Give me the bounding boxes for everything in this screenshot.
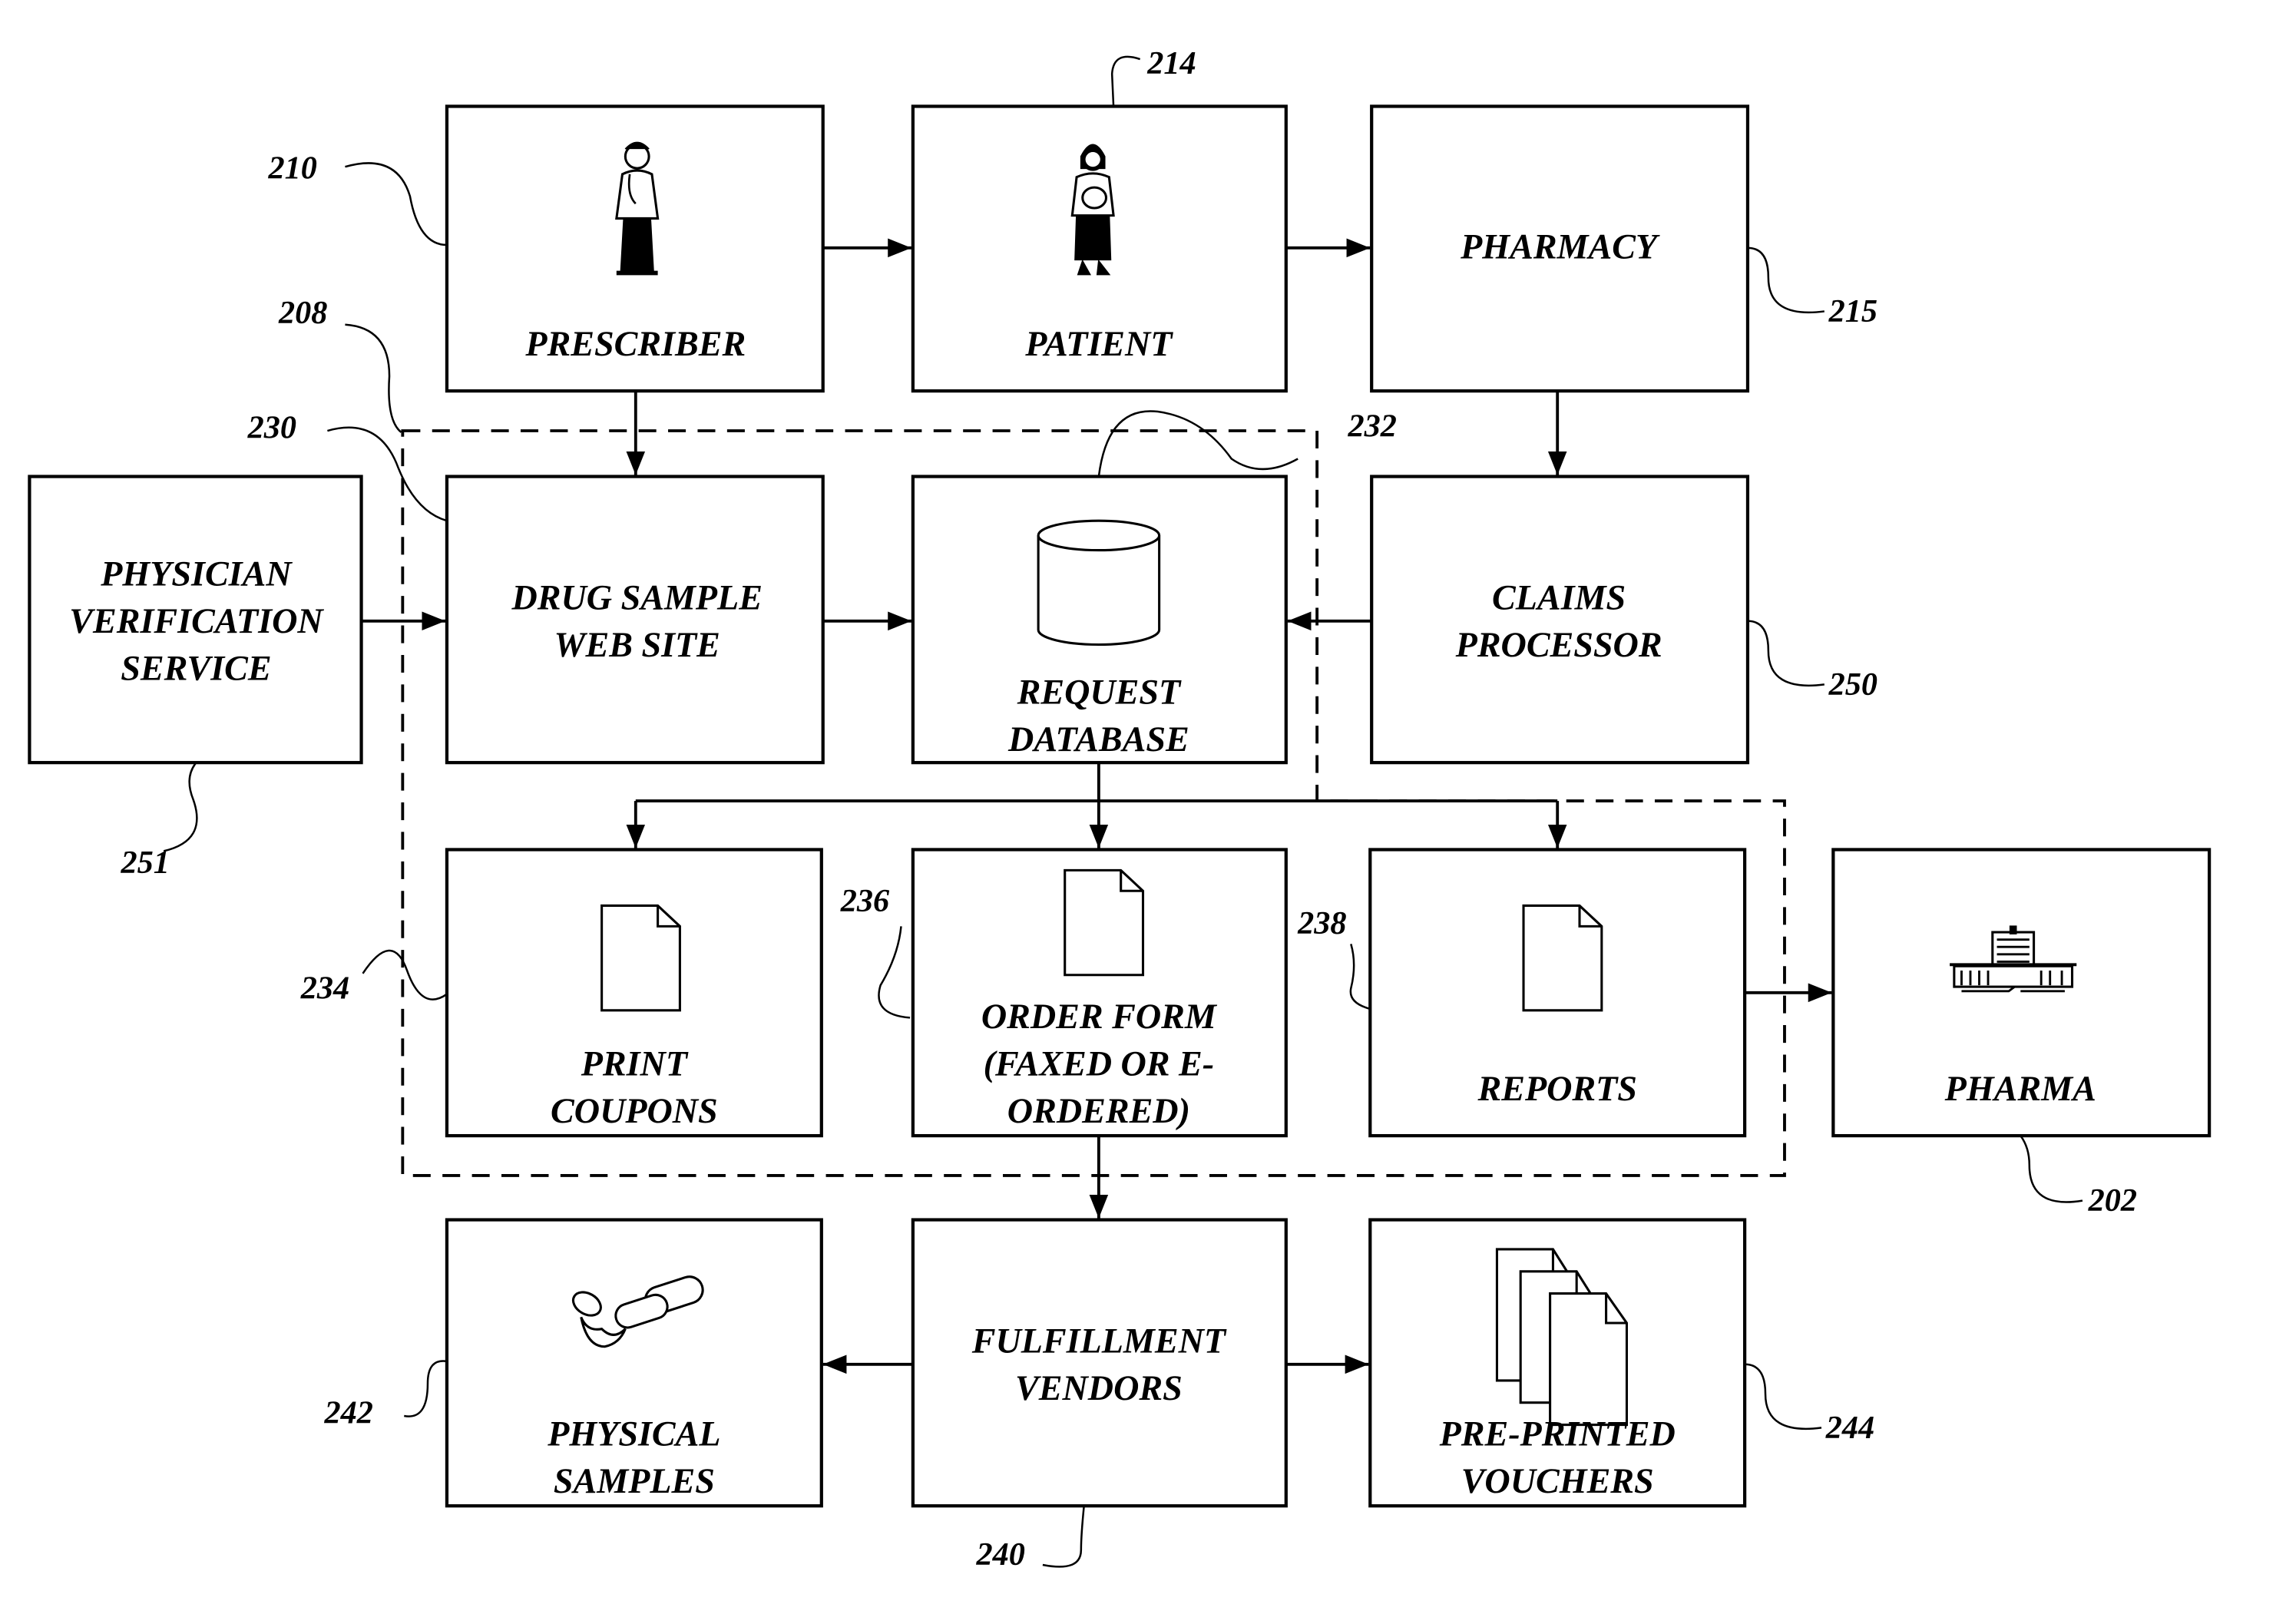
- leader-208: [345, 323, 402, 433]
- database-icon: [1037, 519, 1161, 647]
- ref-244: 244: [1825, 1410, 1874, 1446]
- leader-240: [1042, 1506, 1085, 1568]
- node-label: PATIENT: [1024, 324, 1173, 363]
- node-patient: PATIENT: [911, 104, 1288, 393]
- node-pharmacy: PHARMACY: [1370, 104, 1750, 393]
- node-label: WEB SITE: [554, 625, 720, 664]
- node-label: SAMPLES: [554, 1461, 715, 1500]
- ref-242: 242: [324, 1395, 373, 1431]
- node-label: PHYSICIAN: [100, 554, 293, 594]
- node-physical-samples: PHYSICAL SAMPLES: [445, 1218, 823, 1508]
- ref-234: 234: [300, 970, 349, 1006]
- ref-210: 210: [268, 150, 317, 187]
- ref-208: 208: [278, 295, 327, 331]
- ref-236: 236: [840, 883, 890, 919]
- node-drug-sample-web-site: DRUG SAMPLE WEB SITE: [445, 475, 825, 765]
- node-label: ORDER FORM: [981, 997, 1218, 1036]
- node-label: VENDORS: [1015, 1368, 1183, 1407]
- node-label: FULFILLMENT: [971, 1321, 1227, 1360]
- node-label: PROCESSOR: [1455, 625, 1662, 664]
- node-label: REQUEST: [1017, 672, 1182, 711]
- leader-202: [2020, 1135, 2083, 1203]
- ref-251: 251: [120, 845, 169, 881]
- node-request-database: REQUEST DATABASE: [911, 475, 1288, 765]
- node-claims-processor: CLAIMS PROCESSOR: [1370, 475, 1750, 765]
- node-label: PHARMACY: [1460, 227, 1660, 266]
- flow-diagram: PRESCRIBER PATIENT PHARMACY PHYSICIAN VE…: [28, 45, 2212, 1573]
- ref-232: 232: [1347, 408, 1396, 445]
- leader-242: [404, 1360, 448, 1417]
- node-label: PHARMA: [1944, 1069, 2096, 1108]
- ref-250: 250: [1828, 666, 1877, 703]
- node-label: ORDERED): [1007, 1091, 1190, 1130]
- node-fulfillment-vendors: FULFILLMENT VENDORS: [911, 1218, 1288, 1508]
- leader-214: [1110, 55, 1141, 107]
- node-physician-verification: PHYSICIAN VERIFICATION SERVICE: [28, 475, 363, 765]
- node-label: CLAIMS: [1492, 577, 1626, 617]
- leader-251: [163, 762, 198, 852]
- leader-234: [362, 949, 448, 1001]
- node-print-coupons: PRINT COUPONS: [445, 848, 823, 1138]
- leader-215: [1747, 246, 1825, 314]
- leader-244: [1745, 1363, 1822, 1431]
- node-order-form: ORDER FORM (FAXED OR E- ORDERED): [911, 848, 1288, 1138]
- ref-240: 240: [975, 1536, 1024, 1573]
- leader-238: [1349, 944, 1371, 1010]
- ref-202: 202: [2088, 1182, 2137, 1219]
- leader-236: [878, 926, 911, 1019]
- connectors: [361, 238, 1832, 1374]
- leader-250: [1747, 620, 1825, 687]
- node-prescriber: PRESCRIBER: [445, 104, 825, 393]
- node-label: SERVICE: [121, 649, 271, 688]
- node-label: COUPONS: [551, 1091, 718, 1130]
- leader-232: [1097, 410, 1298, 477]
- node-label: DATABASE: [1007, 719, 1189, 759]
- node-reports: REPORTS: [1368, 848, 1747, 1138]
- ref-238: 238: [1297, 905, 1346, 941]
- ref-230: 230: [247, 410, 296, 446]
- leader-210: [345, 162, 447, 246]
- ref-214: 214: [1146, 45, 1196, 81]
- node-label: (FAXED OR E-: [984, 1044, 1214, 1083]
- node-label: PRESCRIBER: [524, 324, 746, 363]
- node-pre-printed-vouchers: PRE-PRINTED VOUCHERS: [1368, 1218, 1747, 1508]
- node-pharma: PHARMA: [1831, 848, 2212, 1138]
- node-label: VERIFICATION: [69, 601, 324, 640]
- node-label: REPORTS: [1477, 1069, 1636, 1108]
- node-label: PRE-PRINTED: [1439, 1414, 1676, 1453]
- node-label: PHYSICAL: [547, 1414, 720, 1453]
- ref-215: 215: [1828, 293, 1877, 329]
- node-label: PRINT: [581, 1044, 689, 1083]
- node-label: VOUCHERS: [1461, 1461, 1654, 1500]
- node-label: DRUG SAMPLE: [511, 577, 762, 617]
